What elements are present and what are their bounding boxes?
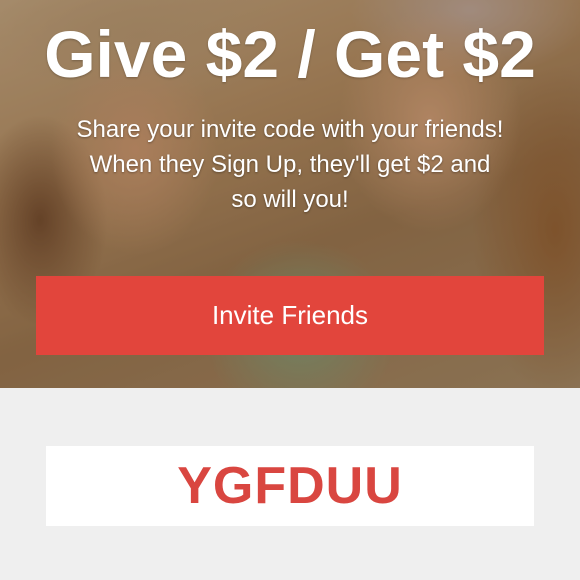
invite-description-line: Share your invite code with your friends…: [76, 116, 504, 143]
invite-description-line: When they Sign Up, they'll get $2 and: [89, 151, 491, 178]
hero-content: Give $2 / Get $2 Share your invite code …: [0, 0, 580, 388]
invite-description-line: so will you!: [231, 186, 349, 213]
invite-code-box[interactable]: YGFDUU: [46, 446, 534, 526]
invite-description: Share your invite code with your friends…: [30, 112, 550, 217]
invite-screen: Give $2 / Get $2 Share your invite code …: [0, 0, 580, 580]
invite-friends-button[interactable]: Invite Friends: [36, 276, 544, 355]
invite-code: YGFDUU: [177, 457, 403, 515]
page-title: Give $2 / Get $2: [44, 17, 536, 91]
